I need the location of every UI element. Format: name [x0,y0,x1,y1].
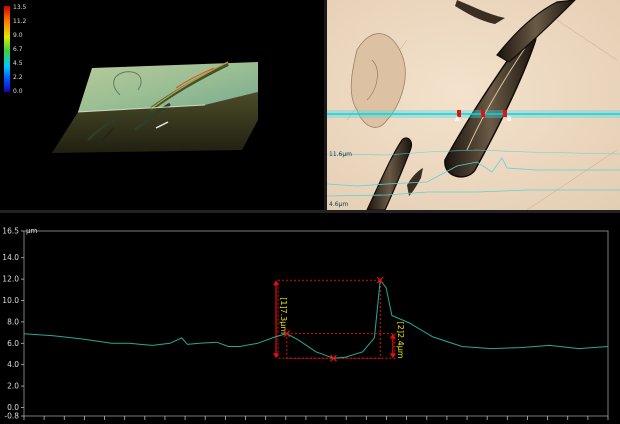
y-tick-label: 16.5 [2,227,19,236]
y-axis-unit: μm [26,227,37,235]
marker-mid-handle [481,110,485,117]
measure-1-box [277,279,381,359]
y-tick-label: 6.0 [7,339,19,348]
y-axis-ticks: 16.514.012.010.08.06.04.02.00.0-0.8 [2,227,24,421]
y-tick-label: 2.0 [7,382,19,391]
y-tick-label: -0.8 [4,412,19,421]
profile-markers [283,276,384,362]
microscope-photo [327,0,620,210]
marker-b-label[interactable]: B [507,116,512,123]
measure-2-arrowhead-bottom [389,353,396,359]
profile-line [23,278,609,359]
x-axis-ticks [23,416,609,420]
y-tick-label: 8.0 [7,317,19,326]
measurement-overlay: [1]7.3μm [2]2.4μm [273,279,405,359]
chart-grid [23,230,609,417]
microscope-image[interactable]: A B 11.6μm 4.6μm [327,0,620,210]
y-tick-label: 10.0 [2,296,19,305]
profile-chart: 16.514.012.010.08.06.04.02.00.0-0.8 μm [… [2,227,609,421]
3d-surface-view[interactable]: 13.5 11.2 9.0 6.7 4.5 2.2 0.0 [0,0,324,210]
scale-label-bottom: 4.6μm [329,201,349,208]
plot-frame [23,230,609,417]
y-tick-label: 12.0 [2,275,19,284]
3d-surface-render [52,61,258,153]
scale-label-top: 11.6μm [329,151,353,158]
measure-1-arrowhead-top [273,280,280,286]
marker-a-label[interactable]: A [455,116,460,123]
y-tick-label: 14.0 [2,253,19,262]
profile-chart-panel[interactable]: 16.5 14.0 12.0 10.0 8.0 6.0 4.0 2.0 0.0 -0.8 μm [… [0,213,620,421]
measure-2-box [286,333,396,359]
y-tick-label: 4.0 [7,360,19,369]
measure-2-label: [2]2.4μm [396,322,405,359]
measure-1-label: [1]7.3μm [279,297,288,334]
